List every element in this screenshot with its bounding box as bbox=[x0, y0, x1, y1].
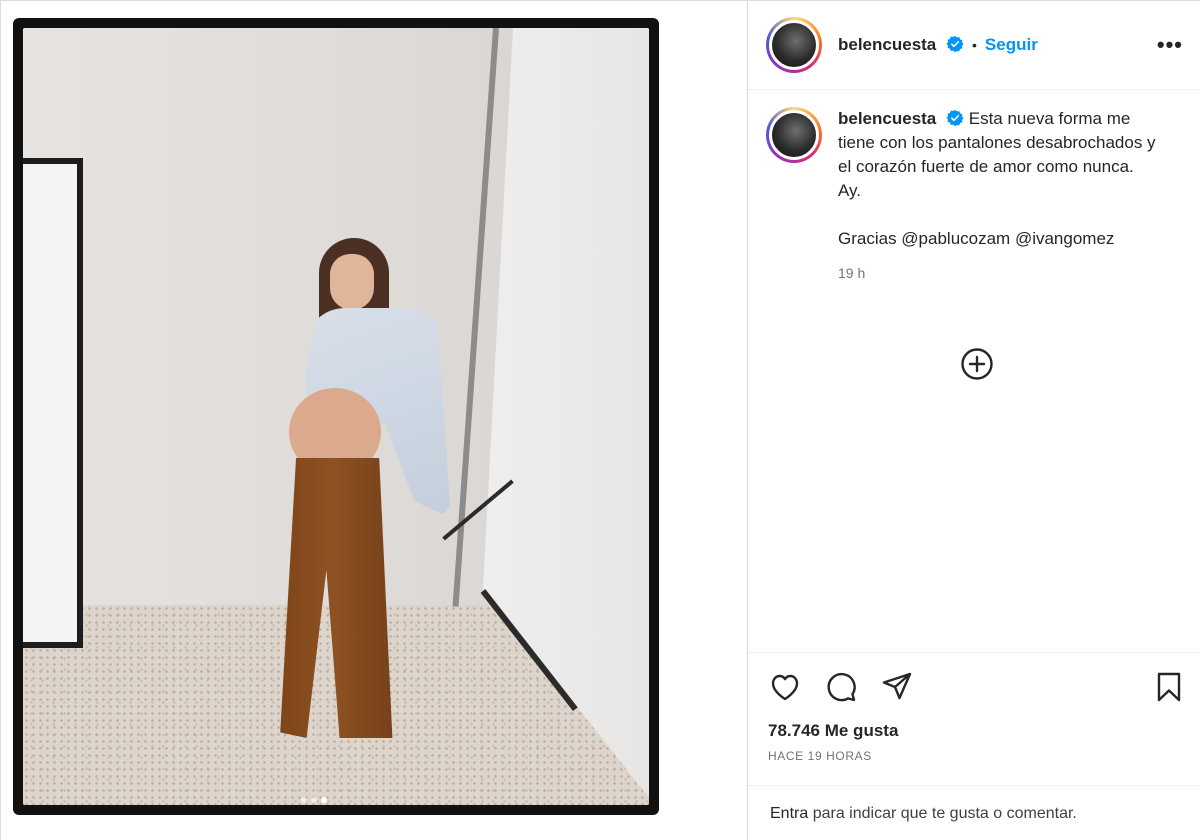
more-options-icon[interactable]: ••• bbox=[1157, 32, 1183, 58]
photo-left-reflector bbox=[23, 158, 83, 648]
heart-icon[interactable] bbox=[768, 670, 802, 704]
photo-frame bbox=[13, 18, 659, 815]
bookmark-icon[interactable] bbox=[1152, 670, 1186, 704]
avatar-image bbox=[769, 110, 819, 160]
post-side-panel: belencuesta • Seguir ••• belencuesta Est… bbox=[747, 1, 1200, 840]
post-media[interactable] bbox=[1, 1, 747, 840]
carousel-dot bbox=[311, 797, 317, 803]
action-icons bbox=[768, 667, 1186, 707]
author-avatar[interactable] bbox=[766, 17, 822, 73]
caption-author-avatar[interactable] bbox=[766, 107, 822, 163]
caption-timestamp[interactable]: 19 h bbox=[838, 261, 1158, 285]
paper-plane-icon[interactable] bbox=[880, 670, 914, 704]
post-header: belencuesta • Seguir ••• bbox=[748, 1, 1200, 90]
caption-area: belencuesta Esta nueva forma me tiene co… bbox=[748, 91, 1200, 651]
post-actions: 78.746 Me gusta HACE 19 HORAS bbox=[748, 652, 1200, 782]
instagram-post: belencuesta • Seguir ••• belencuesta Est… bbox=[0, 0, 1200, 840]
carousel-dot bbox=[301, 797, 307, 803]
likes-count[interactable]: 78.746 Me gusta bbox=[768, 721, 1186, 741]
author-username-text[interactable]: belencuesta bbox=[838, 35, 936, 54]
post-photo[interactable] bbox=[23, 28, 649, 805]
carousel-indicator bbox=[301, 797, 327, 803]
carousel-dot-active bbox=[321, 797, 327, 803]
verified-badge-icon bbox=[946, 35, 964, 53]
header-separator: • bbox=[972, 37, 977, 53]
caption-row: belencuesta Esta nueva forma me tiene co… bbox=[766, 107, 1184, 285]
photo-person-face bbox=[330, 254, 374, 310]
caption-first-paragraph: belencuesta Esta nueva forma me tiene co… bbox=[838, 107, 1158, 179]
caption-username[interactable]: belencuesta bbox=[838, 109, 936, 128]
comment-bubble-icon[interactable] bbox=[824, 670, 858, 704]
plus-circle-icon[interactable] bbox=[960, 347, 994, 381]
login-link[interactable]: Entra bbox=[770, 805, 808, 823]
author-username[interactable]: belencuesta bbox=[838, 35, 964, 55]
comment-prompt-text: para indicar que te gusta o comentar. bbox=[808, 804, 1077, 822]
caption-text: belencuesta Esta nueva forma me tiene co… bbox=[838, 107, 1158, 285]
avatar-image bbox=[769, 20, 819, 70]
verified-badge-icon bbox=[946, 109, 964, 127]
follow-button[interactable]: Seguir bbox=[985, 35, 1038, 55]
post-timestamp: HACE 19 HORAS bbox=[768, 749, 872, 763]
comment-login-prompt: Entra para indicar que te gusta o coment… bbox=[748, 785, 1200, 840]
caption-thanks: Gracias @pablucozam @ivangomez bbox=[838, 229, 1115, 248]
caption-line: Ay. bbox=[838, 181, 861, 200]
caption-gap bbox=[838, 203, 1158, 227]
